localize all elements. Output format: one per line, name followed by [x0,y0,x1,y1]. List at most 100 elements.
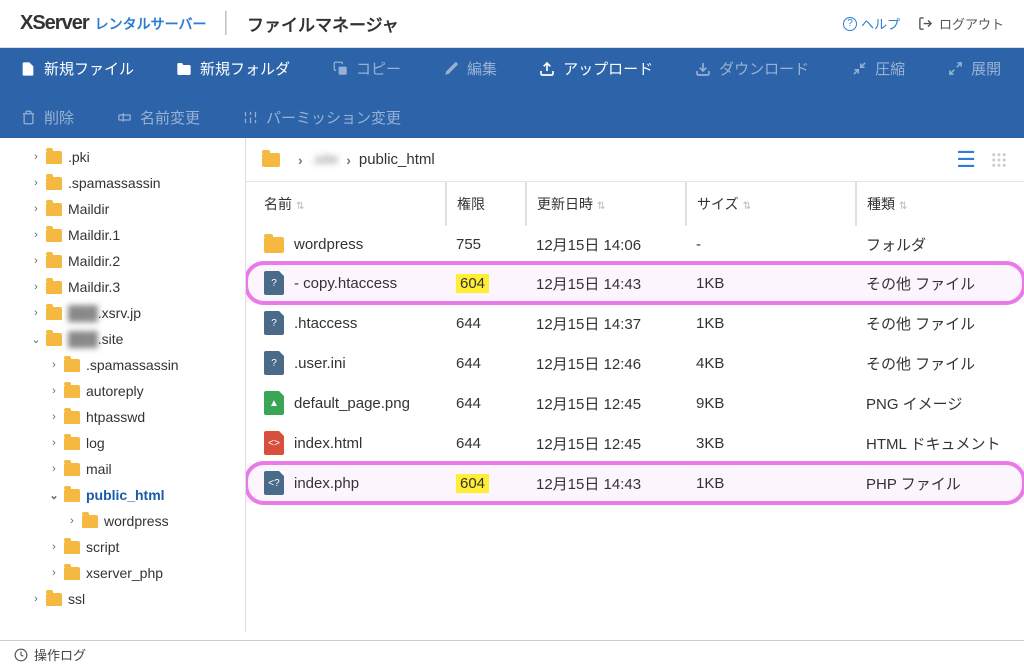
file-perm: 604 [446,263,526,303]
compress-button[interactable]: 圧縮 [851,58,905,79]
col-date[interactable]: 更新日時⇅ [526,182,686,226]
col-perm[interactable]: 権限 [446,182,526,226]
tree-item[interactable]: ›ssl [0,586,245,612]
file-perm: 644 [446,423,526,463]
tree-item[interactable]: ›log [0,430,245,456]
expand-button[interactable]: 展開 [947,58,1001,79]
permission-button[interactable]: パーミッション変更 [242,107,401,128]
chevron-right-icon[interactable]: › [48,541,60,553]
file-unknown-icon: ? [264,271,284,295]
download-button[interactable]: ダウンロード [695,58,809,79]
delete-button[interactable]: 削除 [20,107,74,128]
chevron-right-icon[interactable]: › [30,203,42,215]
breadcrumb-seg2[interactable]: public_html [359,151,435,168]
table-row[interactable]: ?- copy.htaccess60412月15日 14:431KBその他 ファ… [246,263,1024,303]
tree-item[interactable]: ›.pki [0,144,245,170]
file-date: 12月15日 14:43 [526,463,686,503]
breadcrumb: › .site › public_html ☰ [246,138,1024,182]
chevron-right-icon[interactable]: › [48,359,60,371]
edit-button[interactable]: 編集 [443,58,497,79]
tree-label: xserver_php [86,565,163,581]
grid-view-icon[interactable] [990,151,1008,169]
file-size: 1KB [686,463,856,503]
help-link[interactable]: ? ヘルプ [843,14,900,33]
tree-item[interactable]: ›htpasswd [0,404,245,430]
clock-icon [14,648,28,662]
table-row[interactable]: ?.htaccess64412月15日 14:371KBその他 ファイル [246,303,1024,343]
file-unknown-icon: ? [264,351,284,375]
chevron-right-icon[interactable]: › [30,151,42,163]
tree-item[interactable]: ⌄███.site [0,326,245,352]
chevron-right-icon[interactable]: › [48,437,60,449]
app-header: XServer レンタルサーバー │ ファイルマネージャ ? ヘルプ ログアウト [0,0,1024,48]
folder-icon [262,153,280,167]
tree-item[interactable]: ›███.xsrv.jp [0,300,245,326]
list-view-icon[interactable]: ☰ [956,147,976,173]
folder-icon [64,463,80,476]
new-folder-button[interactable]: 新規フォルダ [176,58,290,79]
file-size: 1KB [686,263,856,303]
tree-label: public_html [86,487,165,503]
tree-item[interactable]: ›.spamassassin [0,170,245,196]
tree-item[interactable]: ›Maildir.3 [0,274,245,300]
folder-icon [46,255,62,268]
folder-tree[interactable]: ›.pki›.spamassassin›Maildir›Maildir.1›Ma… [0,138,246,632]
tree-item[interactable]: › autoreply [0,378,245,404]
tree-item[interactable]: › Maildir.2 [0,248,245,274]
file-type: PNG イメージ [856,383,1024,423]
footer-bar: 操作ログ [0,640,1024,668]
chevron-right-icon[interactable]: › [48,411,60,423]
tree-item[interactable]: › Maildir.1 [0,222,245,248]
chevron-right-icon[interactable]: › [30,593,42,605]
col-type[interactable]: 種類⇅ [856,182,1024,226]
tree-item[interactable]: › xserver_php [0,560,245,586]
chevron-right-icon[interactable]: › [48,463,60,475]
logout-icon [918,16,933,31]
table-row[interactable]: <?index.php60412月15日 14:431KBPHP ファイル [246,463,1024,503]
chevron-down-icon[interactable]: ⌄ [48,489,60,502]
tree-item[interactable]: ›.spamassassin [0,352,245,378]
new-file-label: 新規ファイル [44,58,134,79]
logout-label: ログアウト [939,14,1004,33]
tree-item[interactable]: ›wordpress [0,508,245,534]
breadcrumb-seg1[interactable]: .site [311,151,339,168]
tree-item[interactable]: ›script [0,534,245,560]
table-row[interactable]: ▲default_page.png64412月15日 12:459KBPNG イ… [246,383,1024,423]
folder-icon [64,385,80,398]
operation-log-link[interactable]: 操作ログ [34,645,86,664]
rename-button[interactable]: 名前変更 [116,107,200,128]
chevron-right-icon[interactable]: › [30,307,42,319]
new-folder-label: 新規フォルダ [200,58,290,79]
col-name[interactable]: 名前⇅ [246,182,446,226]
tree-item[interactable]: ›Maildir [0,196,245,222]
chevron-right-icon: › [298,152,303,168]
chevron-right-icon[interactable]: › [30,255,42,267]
new-file-button[interactable]: 新規ファイル [20,58,134,79]
chevron-right-icon[interactable]: › [30,177,42,189]
chevron-right-icon[interactable]: › [30,229,42,241]
tree-item[interactable]: ›mail [0,456,245,482]
tree-label: Maildir.1 [68,227,120,243]
upload-button[interactable]: アップロード [539,58,653,79]
folder-icon [46,229,62,242]
table-row[interactable]: wordpress75512月15日 14:06-フォルダ [246,226,1024,263]
chevron-right-icon[interactable]: › [30,281,42,293]
file-perm: 644 [446,383,526,423]
tree-item[interactable]: ⌄ public_html [0,482,245,508]
chevron-right-icon[interactable]: › [48,385,60,397]
chevron-right-icon[interactable]: › [66,515,78,527]
tree-label: autoreply [86,383,144,399]
rename-icon [116,110,132,126]
table-row[interactable]: <>index.html64412月15日 12:453KBHTML ドキュメン… [246,423,1024,463]
main-panel: › .site › public_html ☰ 名前⇅ 権限 更新日時⇅ サイズ… [246,138,1024,632]
logout-link[interactable]: ログアウト [918,14,1004,33]
rename-label: 名前変更 [140,107,200,128]
tree-label: Maildir.2 [68,253,120,269]
file-type: フォルダ [856,226,1024,263]
copy-button[interactable]: コピー [332,58,401,79]
col-size[interactable]: サイズ⇅ [686,182,856,226]
table-row[interactable]: ?.user.ini64412月15日 12:464KBその他 ファイル [246,343,1024,383]
copy-icon [332,61,348,77]
chevron-right-icon[interactable]: › [48,567,60,579]
chevron-down-icon[interactable]: ⌄ [30,333,42,346]
